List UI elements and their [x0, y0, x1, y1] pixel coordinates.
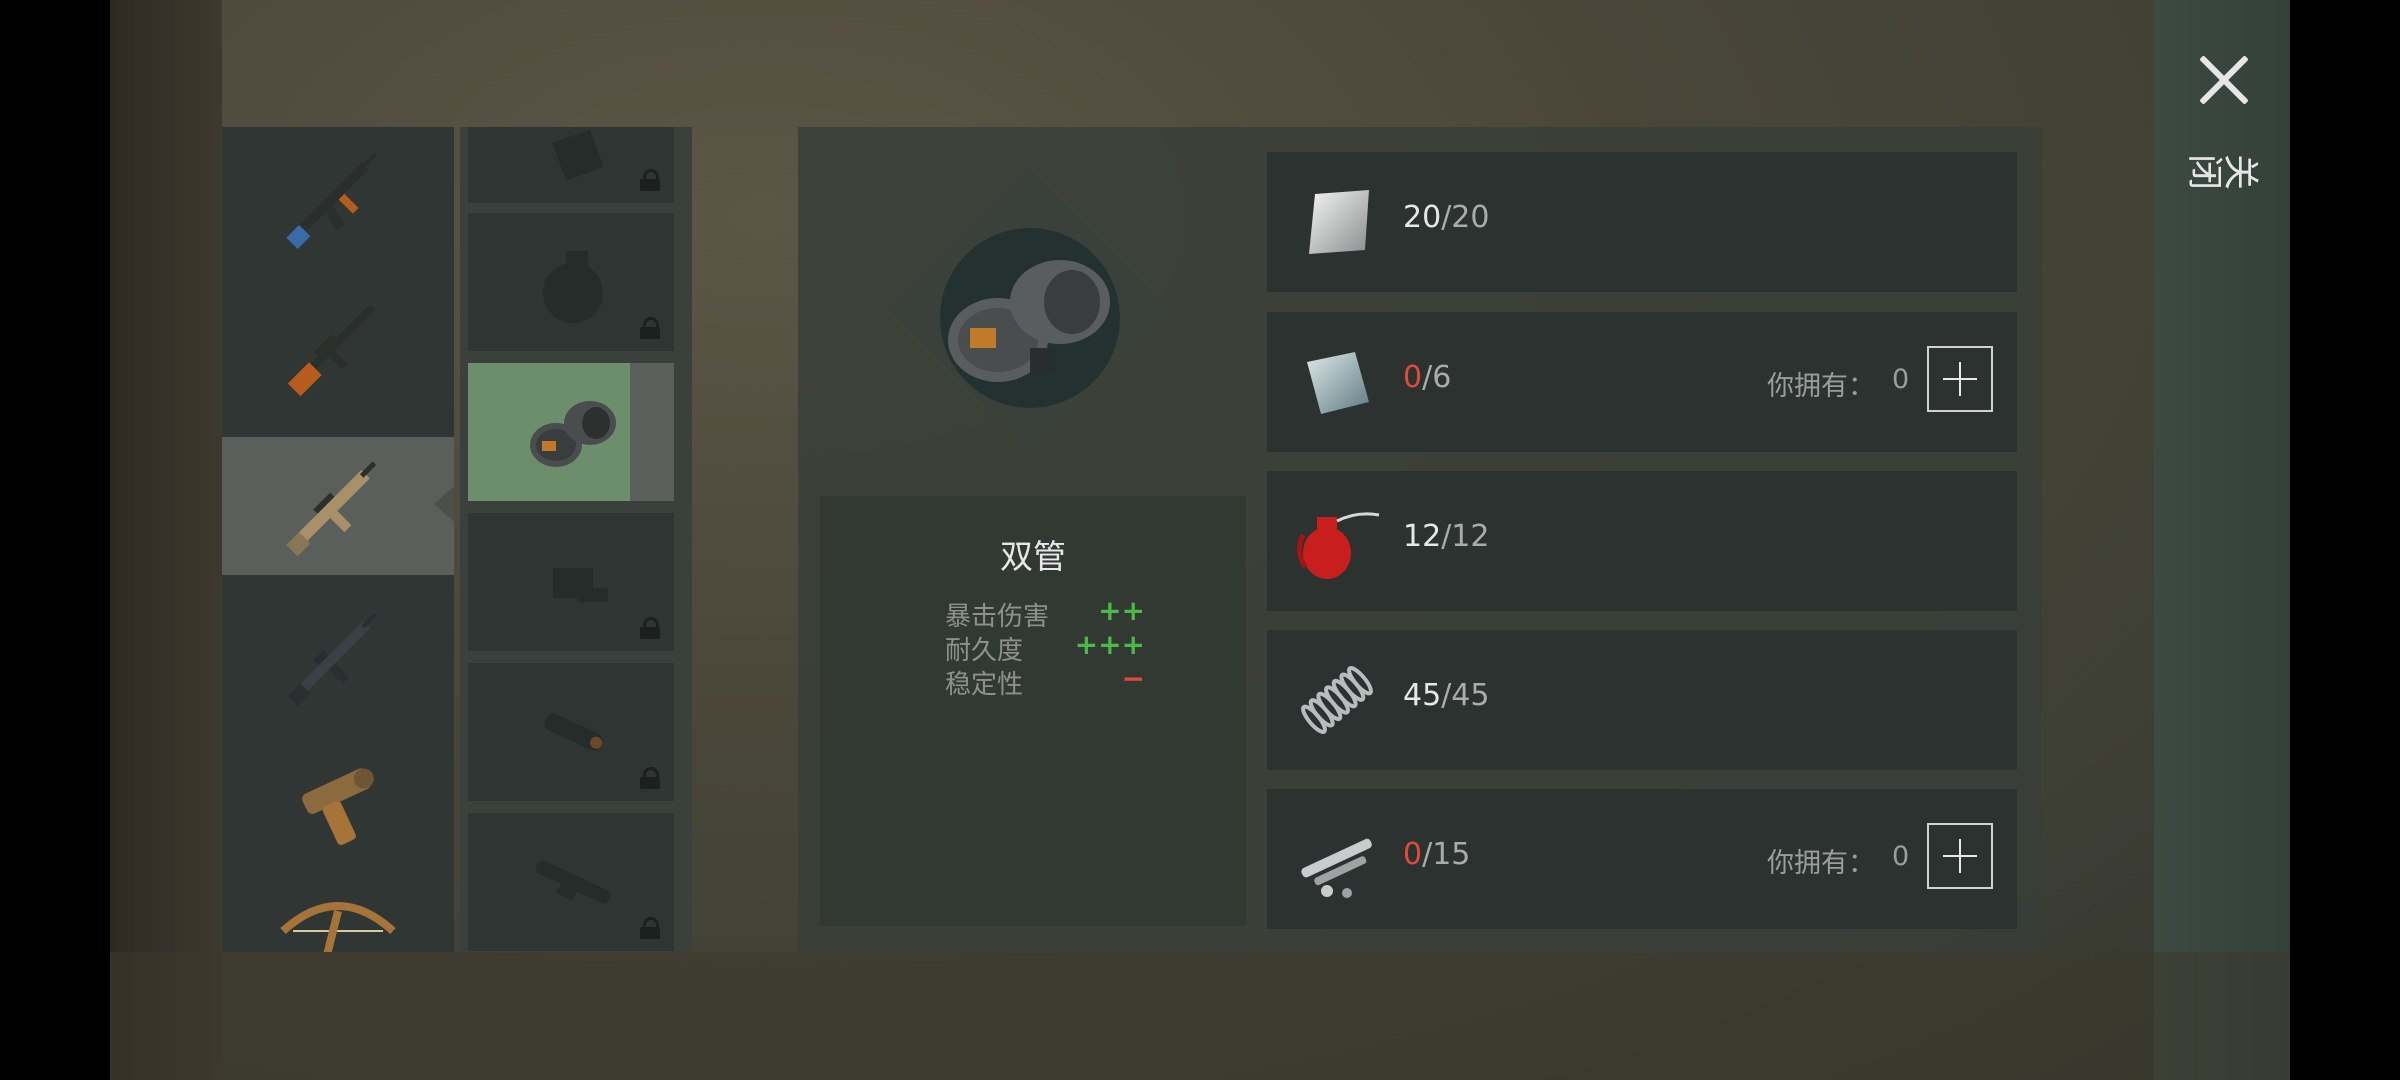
material-need: 45 [1451, 678, 1490, 713]
item-title: 双管 [1000, 537, 1066, 576]
lock-icon [640, 317, 660, 339]
material-row: 45/45 [1267, 630, 2017, 770]
spring-icon [1301, 666, 1373, 734]
weapon-item-crossbow[interactable] [222, 887, 454, 952]
stat-name: 稳定性 [945, 670, 1024, 700]
attachment-slot-6[interactable] [468, 813, 674, 951]
weapon-item-dragunov[interactable] [222, 277, 454, 415]
weapon-item-ak[interactable] [222, 127, 454, 265]
material-count: 0/6 [1403, 360, 1452, 395]
lock-icon [640, 617, 660, 639]
attachment-list[interactable] [460, 127, 692, 952]
material-have: 45 [1403, 678, 1442, 713]
dragunov-rifle-icon [287, 304, 376, 397]
stat-row: 稳定性 − [945, 662, 1145, 700]
add-material-button[interactable] [1927, 823, 1993, 889]
add-material-button[interactable] [1927, 346, 1993, 412]
stat-value: ++ [1098, 594, 1145, 627]
material-need: 6 [1432, 360, 1452, 395]
item-description-box: 双管 暴击伤害 ++ 耐久度 +++ 稳定性 − [820, 496, 1246, 926]
attachment-slot-1[interactable] [468, 127, 674, 203]
holographic-sight-icon [553, 568, 608, 602]
material-row: 0/6 你拥有： 0 [1267, 312, 2017, 452]
material-have: 20 [1403, 200, 1442, 235]
material-have: 0 [1403, 360, 1423, 395]
lock-icon [640, 169, 660, 191]
stat-value: − [1121, 662, 1145, 695]
selected-stripe [630, 363, 674, 501]
scope-icon [535, 860, 611, 904]
steel-plate-icon [1309, 190, 1369, 254]
double-drum-magazine-icon [530, 401, 616, 467]
weapon-list[interactable] [222, 127, 454, 952]
material-count: 12/12 [1403, 519, 1490, 554]
background-left-shade [110, 0, 222, 1080]
material-count: 45/45 [1403, 678, 1490, 713]
material-need: 20 [1451, 200, 1490, 235]
stat-row: 暴击伤害 ++ [945, 594, 1145, 632]
lock-icon [640, 917, 660, 939]
attachment-slot-3[interactable] [468, 363, 674, 501]
weapon-item-m4[interactable] [222, 587, 454, 725]
m4-rifle-icon [287, 612, 377, 707]
owned-label: 你拥有： [1767, 848, 1875, 879]
drum-magazine-icon [543, 251, 603, 323]
scar-rifle-icon [286, 461, 377, 557]
crossbow-icon [280, 902, 396, 952]
material-need: 15 [1432, 837, 1471, 872]
oil-can-icon [1297, 512, 1380, 579]
close-button[interactable]: 关闭 [2188, 48, 2260, 218]
weapon-parts-icon [1301, 838, 1372, 898]
weapon-item-scar[interactable] [222, 437, 454, 575]
red-dot-sight-icon [544, 713, 603, 751]
close-label: 关闭 [2188, 148, 2260, 189]
ak-rifle-icon [286, 152, 377, 250]
attachment-slot-2[interactable] [468, 213, 674, 351]
lock-icon [640, 767, 660, 789]
blue-metal-plate-icon [1307, 352, 1369, 414]
attachment-slot-5[interactable] [468, 663, 674, 801]
owned-value: 0 [1892, 364, 1910, 395]
material-row: 0/15 你拥有： 0 [1267, 789, 2017, 929]
stat-name: 暴击伤害 [945, 602, 1050, 632]
weapon-item-flare-pistol[interactable] [222, 737, 454, 875]
stat-name: 耐久度 [945, 636, 1024, 666]
attachment-slot-4[interactable] [468, 513, 674, 651]
material-row: 20/20 [1267, 152, 2017, 292]
material-count: 20/20 [1403, 200, 1490, 235]
material-count: 0/15 [1403, 837, 1471, 872]
stat-row: 耐久度 +++ [945, 628, 1145, 666]
material-have: 12 [1403, 519, 1442, 554]
owned-value: 0 [1892, 841, 1910, 872]
double-drum-magazine-preview-icon [948, 260, 1110, 382]
stat-value: +++ [1074, 628, 1145, 661]
owned-label: 你拥有： [1767, 371, 1875, 402]
magazine-icon [552, 129, 604, 181]
flare-pistol-icon [302, 768, 374, 845]
close-icon [2196, 52, 2252, 108]
material-have: 0 [1403, 837, 1423, 872]
background-bottom-shade [110, 952, 2290, 1080]
selected-weapon-pointer [434, 486, 454, 522]
material-row: 12/12 [1267, 471, 2017, 611]
material-need: 12 [1451, 519, 1490, 554]
